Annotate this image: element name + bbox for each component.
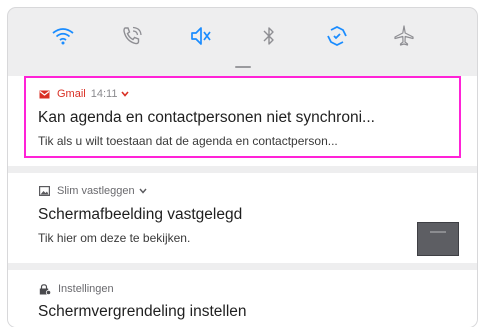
notification-header: Instellingen	[39, 283, 114, 295]
shade-drag-handle[interactable]	[235, 66, 251, 68]
wifi-calling-icon[interactable]	[117, 22, 147, 50]
app-name: Instellingen	[58, 283, 114, 295]
notification-title: Schermafbeelding vastgelegd	[38, 206, 243, 223]
screenshot-thumbnail[interactable]	[417, 222, 459, 256]
wifi-icon[interactable]	[48, 22, 78, 50]
notification-screenshot[interactable]: Slim vastleggen Schermafbeelding vastgel…	[8, 173, 477, 263]
app-name: Slim vastleggen	[57, 185, 135, 197]
quick-settings-row	[8, 8, 477, 62]
notification-body: Tik hier om deze te bekijken.	[38, 231, 191, 245]
highlight-box	[24, 76, 461, 158]
notification-settings[interactable]: Instellingen Schermvergrendeling instell…	[8, 270, 477, 327]
airplane-icon[interactable]	[389, 22, 419, 50]
lock-settings-icon	[39, 283, 51, 295]
mute-icon[interactable]	[186, 22, 216, 50]
notification-title: Schermvergrendeling instellen	[38, 303, 247, 320]
bluetooth-icon[interactable]	[254, 22, 284, 50]
notification-header: Slim vastleggen	[39, 185, 148, 197]
notification-shade: Gmail 14:11 Kan agenda en contactpersone…	[8, 8, 477, 327]
sync-icon[interactable]	[322, 22, 352, 50]
chevron-down-icon[interactable]	[138, 187, 148, 195]
screenshot-icon	[39, 186, 50, 196]
